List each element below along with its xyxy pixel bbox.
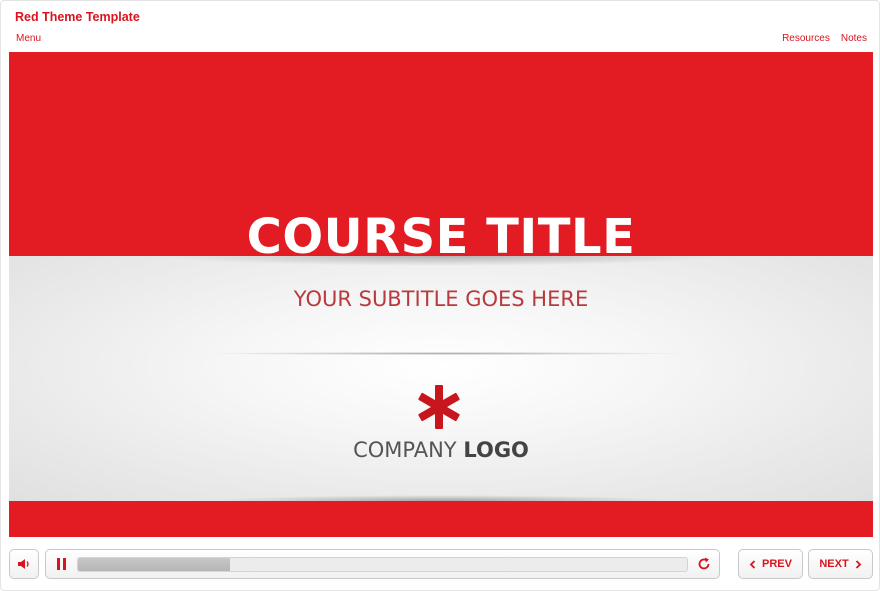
top-links: Resources Notes	[782, 33, 867, 44]
logo-word-logo: LOGO	[463, 438, 529, 462]
asterisk-logo-icon	[418, 385, 460, 429]
pause-icon[interactable]	[55, 558, 67, 570]
slide-stage: COURSE TITLE YOUR SUBTITLE GOES HERE COM…	[9, 52, 873, 537]
notes-link[interactable]: Notes	[841, 33, 867, 44]
volume-button[interactable]	[9, 549, 39, 579]
chevron-right-icon	[855, 559, 861, 569]
chevron-left-icon	[749, 559, 756, 569]
logo-word-company: COMPANY	[353, 438, 457, 462]
menu-link[interactable]: Menu	[16, 33, 41, 44]
divider	[204, 352, 688, 355]
next-label: NEXT	[819, 558, 849, 570]
progress-track[interactable]	[77, 557, 688, 572]
app-title: Red Theme Template	[15, 10, 140, 24]
playback-bar	[45, 549, 720, 579]
resources-link[interactable]: Resources	[782, 33, 830, 44]
band-bottom-shadow	[209, 495, 673, 501]
replay-icon[interactable]	[696, 556, 712, 572]
course-title: COURSE TITLE	[246, 209, 636, 257]
speaker-icon	[18, 559, 29, 569]
progress-fill	[78, 558, 231, 571]
prev-label: PREV	[762, 558, 792, 570]
company-logo-text: COMPANY LOGO	[9, 438, 873, 462]
player-controls: PREV NEXT	[0, 549, 880, 580]
slide-footer-band	[9, 501, 873, 537]
band-shadow	[159, 256, 723, 266]
prev-button[interactable]: PREV	[738, 549, 803, 579]
course-subtitle: YOUR SUBTITLE GOES HERE	[293, 287, 589, 311]
next-button[interactable]: NEXT	[808, 549, 873, 579]
